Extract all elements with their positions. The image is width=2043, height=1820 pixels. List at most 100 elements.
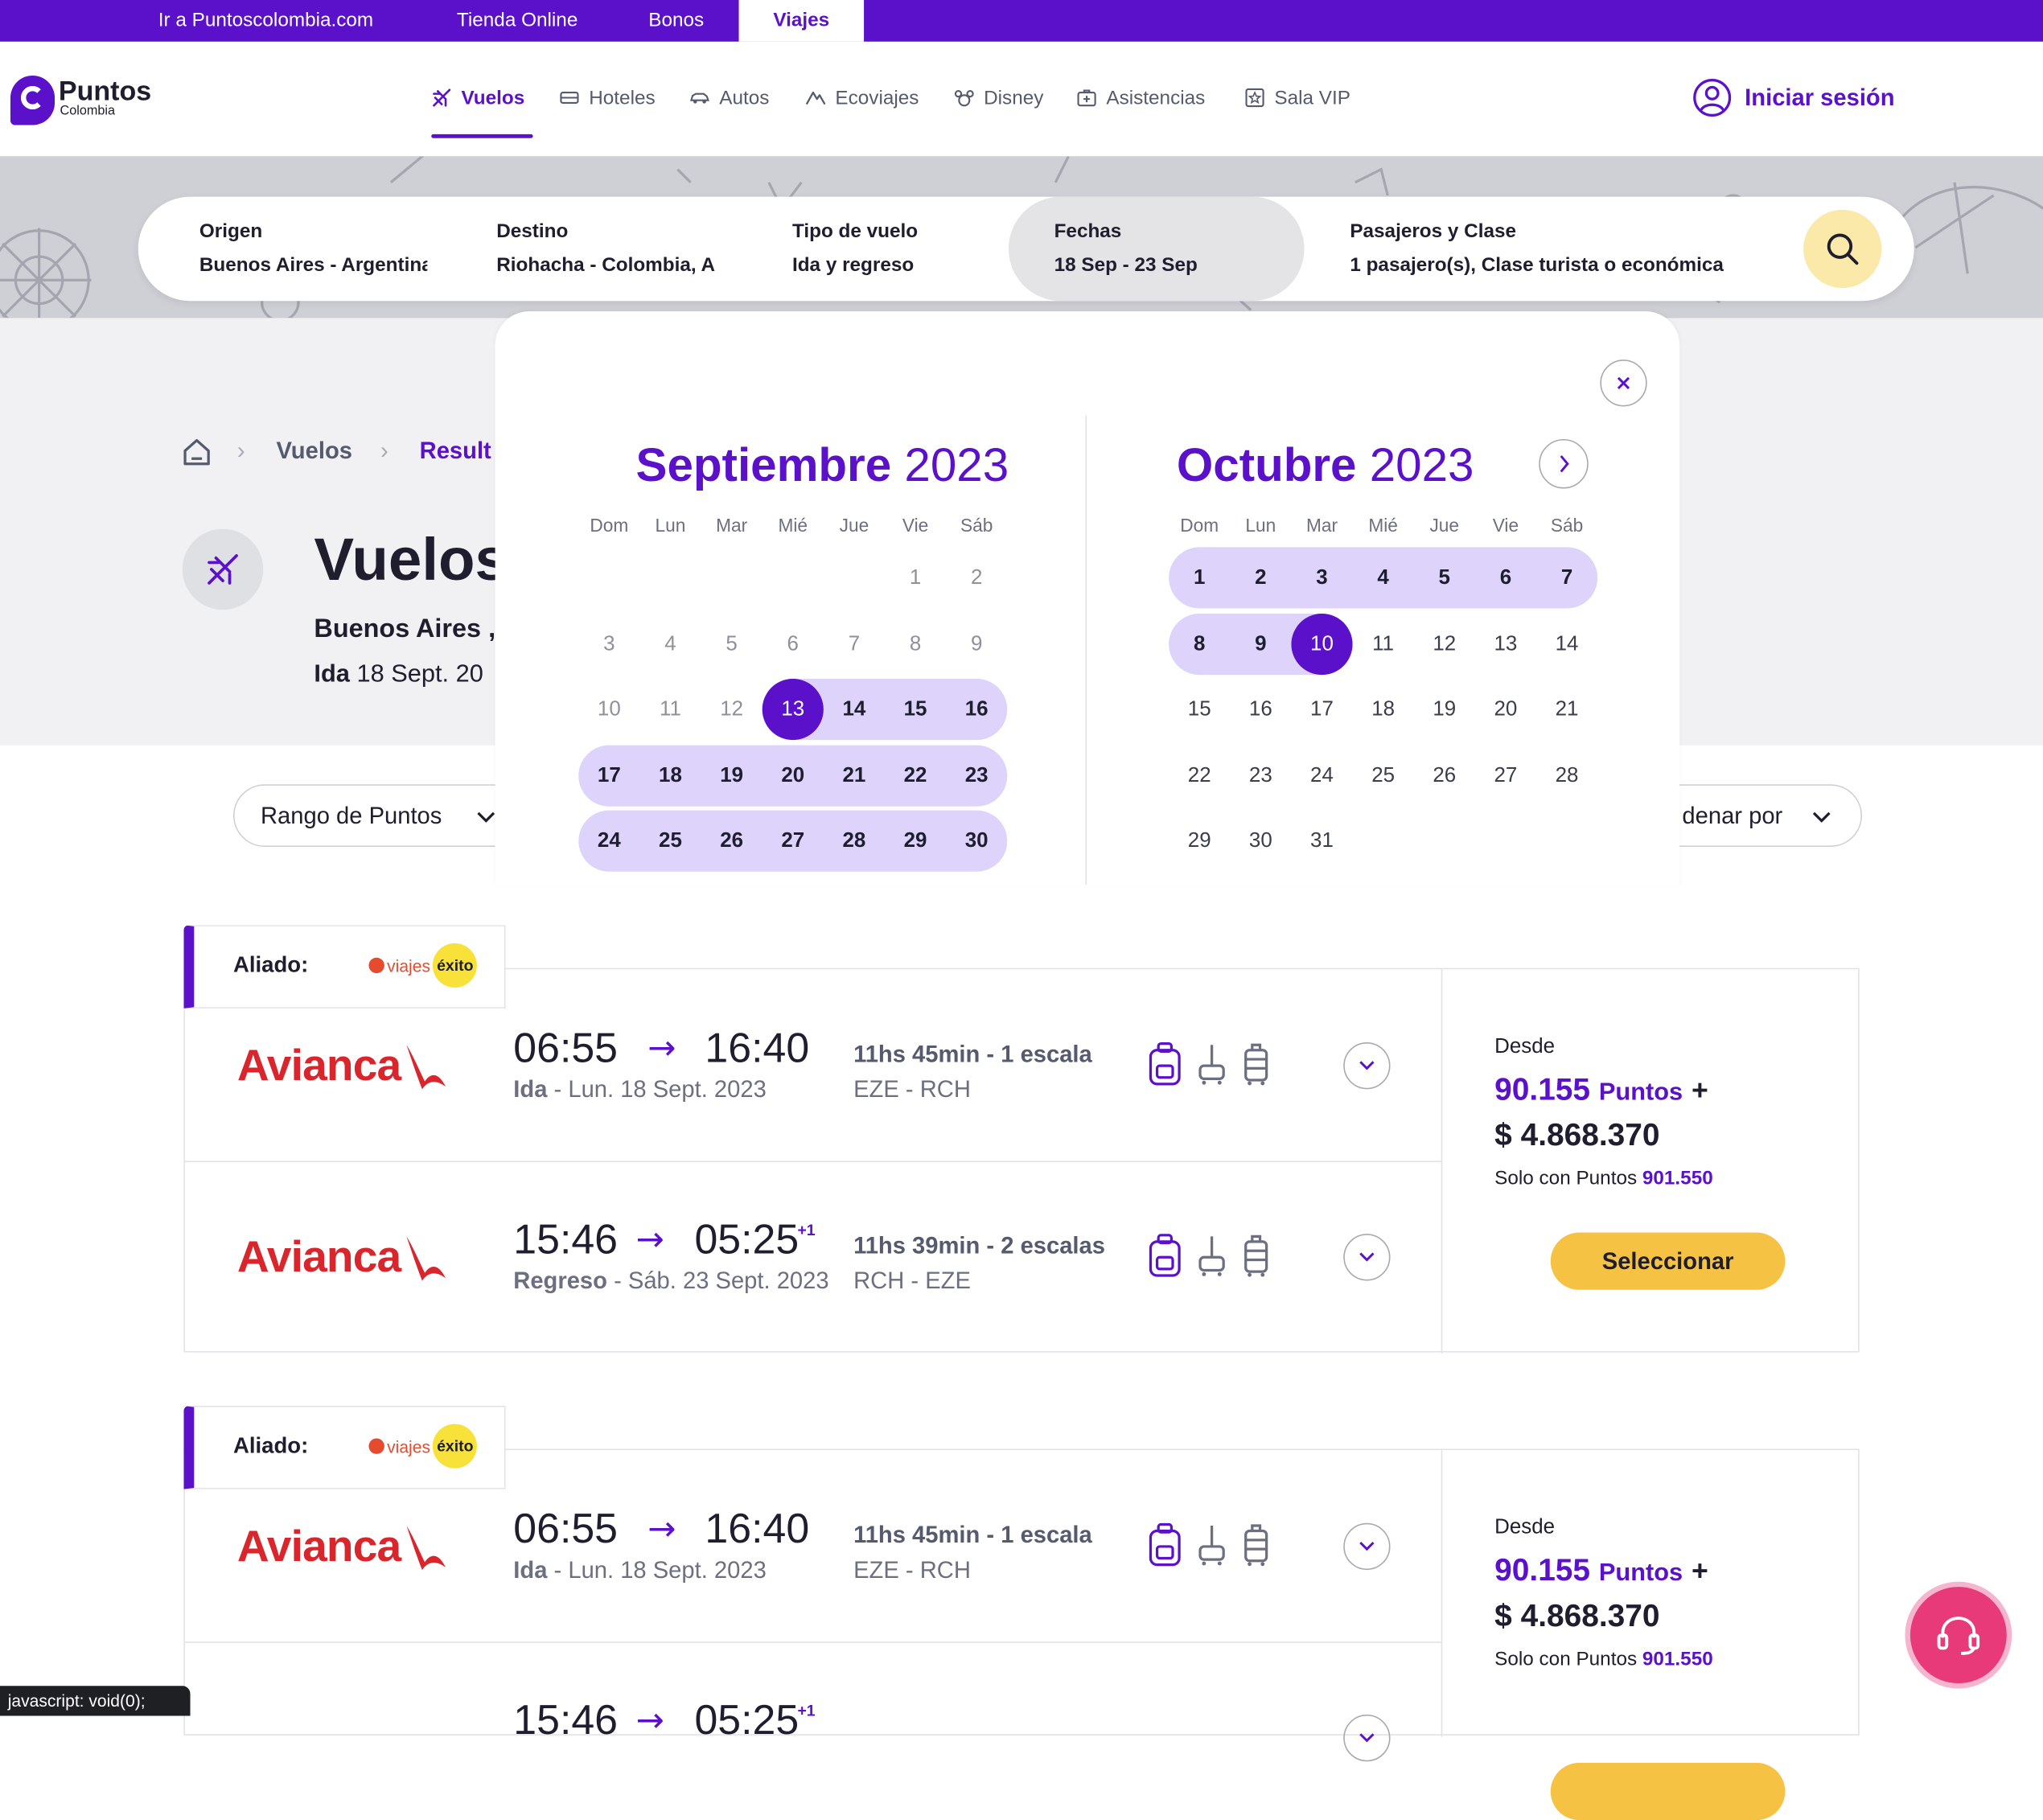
close-calendar-button[interactable]: ×: [1600, 359, 1647, 407]
calendar-day[interactable]: 14: [1536, 614, 1597, 675]
breadcrumb-vuelos[interactable]: Vuelos: [276, 438, 352, 465]
weekday-header: Lun: [655, 514, 686, 536]
calendar-day[interactable]: 26: [701, 811, 763, 872]
weekday-header: Sáb: [1550, 514, 1584, 536]
pasajeros-field[interactable]: Pasajeros y Clase 1 pasajero(s), Clase t…: [1350, 197, 1780, 302]
calendar-day[interactable]: 27: [763, 811, 824, 872]
next-day-badge: +1: [797, 1701, 816, 1720]
calendar-day: 6: [787, 633, 799, 655]
calendar-day[interactable]: 20: [1475, 679, 1536, 740]
chevron-down-icon: [1359, 1061, 1375, 1070]
rango-puntos-dropdown[interactable]: Rango de Puntos: [232, 784, 536, 847]
calendar-day[interactable]: 5: [1414, 547, 1475, 608]
calendar-day[interactable]: 1: [1169, 547, 1230, 608]
calendar-day[interactable]: 26: [1414, 746, 1475, 807]
calendar-day[interactable]: 28: [824, 811, 885, 872]
calendar-day[interactable]: 22: [1169, 746, 1230, 807]
weekday-header: Jue: [839, 514, 869, 536]
top-link-viajes[interactable]: Viajes: [738, 0, 865, 42]
calendar-day[interactable]: 14: [824, 679, 885, 740]
calendar-day[interactable]: 21: [824, 746, 885, 807]
nav-autos[interactable]: Autos: [689, 84, 769, 113]
price-solo-puntos: Solo con Puntos 901.550: [1494, 1648, 1713, 1670]
calendar-day[interactable]: 23: [1230, 746, 1291, 807]
fechas-field[interactable]: Fechas 18 Sep - 23 Sep: [1054, 197, 1276, 302]
top-link-tienda[interactable]: Tienda Online: [430, 0, 605, 42]
calendar-day[interactable]: 13: [1475, 614, 1536, 675]
fechas-label: Fechas: [1054, 220, 1122, 243]
calendar-day[interactable]: 24: [578, 811, 639, 872]
calendar-day[interactable]: 24: [1291, 746, 1352, 807]
calendar-day[interactable]: 8: [1169, 614, 1230, 675]
calendar-day[interactable]: 10: [1291, 614, 1353, 676]
calendar-day[interactable]: 17: [578, 746, 639, 807]
calendar-day[interactable]: 15: [1169, 679, 1230, 740]
nav-vuelos[interactable]: Vuelos: [431, 84, 524, 113]
calendar-day[interactable]: 16: [1230, 679, 1291, 740]
calendar-day[interactable]: 29: [1169, 811, 1230, 872]
expand-leg-button[interactable]: [1343, 1522, 1391, 1571]
nav-asistencias[interactable]: Asistencias: [1076, 84, 1205, 113]
avianca-bird-icon: [405, 1525, 446, 1570]
next-month-button[interactable]: [1539, 438, 1589, 489]
origen-field[interactable]: Origen Buenos Aires - Argentina: [199, 197, 428, 302]
calendar-day[interactable]: 22: [885, 746, 946, 807]
calendar-day[interactable]: 27: [1475, 746, 1536, 807]
calendar-day[interactable]: 9: [1230, 614, 1291, 675]
calendar-day[interactable]: 31: [1291, 811, 1352, 872]
calendar-day[interactable]: 23: [946, 746, 1007, 807]
top-link-bonos[interactable]: Bonos: [636, 0, 717, 42]
destino-field[interactable]: Destino Riohacha - Colombia, A: [496, 197, 725, 302]
calendar-day[interactable]: 25: [1353, 746, 1414, 807]
nav-hoteles[interactable]: Hoteles: [559, 84, 656, 113]
calendar-day[interactable]: 29: [885, 811, 946, 872]
calendar-day[interactable]: 30: [946, 811, 1007, 872]
seleccionar-button[interactable]: [1550, 1762, 1786, 1820]
origen-label: Origen: [199, 220, 263, 243]
airline-name: Avianca: [236, 1522, 401, 1571]
status-bar: javascript: void(0);: [0, 1686, 191, 1716]
calendar-day[interactable]: 3: [1291, 547, 1352, 608]
search-button[interactable]: [1803, 209, 1882, 289]
calendar-day[interactable]: 25: [639, 811, 701, 872]
calendar-day[interactable]: 6: [1475, 547, 1536, 608]
nav-ecoviajes[interactable]: Ecoviajes: [805, 84, 919, 113]
weekday-header: Vie: [902, 514, 929, 536]
calendar-day[interactable]: 17: [1291, 679, 1352, 740]
breadcrumb-resultados: Result: [419, 438, 491, 464]
ida-label: Ida: [314, 660, 350, 688]
calendar-day[interactable]: 13: [762, 679, 824, 741]
calendar-day[interactable]: 21: [1536, 679, 1597, 740]
expand-leg-button[interactable]: [1343, 1714, 1391, 1762]
calendar-day[interactable]: 19: [701, 746, 763, 807]
leg-direction-date: Ida - Lun. 18 Sept. 2023: [513, 1076, 767, 1103]
expand-leg-button[interactable]: [1343, 1042, 1391, 1090]
calendar-day[interactable]: 2: [1230, 547, 1291, 608]
calendar-day[interactable]: 28: [1536, 746, 1597, 807]
calendar-day[interactable]: 4: [1353, 547, 1414, 608]
page-title: Vuelos: [314, 524, 509, 594]
calendar-day[interactable]: 20: [763, 746, 824, 807]
arrow-right-icon: →: [647, 1510, 676, 1550]
calendar-day[interactable]: 30: [1230, 811, 1291, 872]
brand-sub: Colombia: [60, 104, 115, 119]
calendar-day[interactable]: 11: [1353, 614, 1414, 675]
calendar-day[interactable]: 7: [1536, 547, 1597, 608]
calendar-day[interactable]: 16: [946, 679, 1007, 740]
calendar-day[interactable]: 18: [1353, 679, 1414, 740]
seleccionar-button[interactable]: Seleccionar: [1550, 1232, 1786, 1290]
chat-support-button[interactable]: [1909, 1587, 2007, 1684]
calendar-day[interactable]: 15: [885, 679, 946, 740]
login-link[interactable]: Iniciar sesión: [1692, 78, 1895, 117]
nav-label: Sala VIP: [1274, 86, 1350, 109]
calendar-day[interactable]: 18: [639, 746, 701, 807]
nav-disney[interactable]: Disney: [954, 84, 1043, 113]
calendar-day[interactable]: 19: [1414, 679, 1475, 740]
carry-on-icon: [1198, 1236, 1225, 1276]
expand-leg-button[interactable]: [1343, 1234, 1391, 1281]
calendar-day[interactable]: 12: [1414, 614, 1475, 675]
home-icon[interactable]: [183, 438, 212, 466]
tipo-vuelo-field[interactable]: Tipo de vuelo Ida y regreso: [792, 197, 1001, 302]
top-link-puntoscolombia[interactable]: Ir a Puntoscolombia.com: [135, 0, 396, 42]
nav-sala-vip[interactable]: Sala VIP: [1244, 84, 1350, 113]
